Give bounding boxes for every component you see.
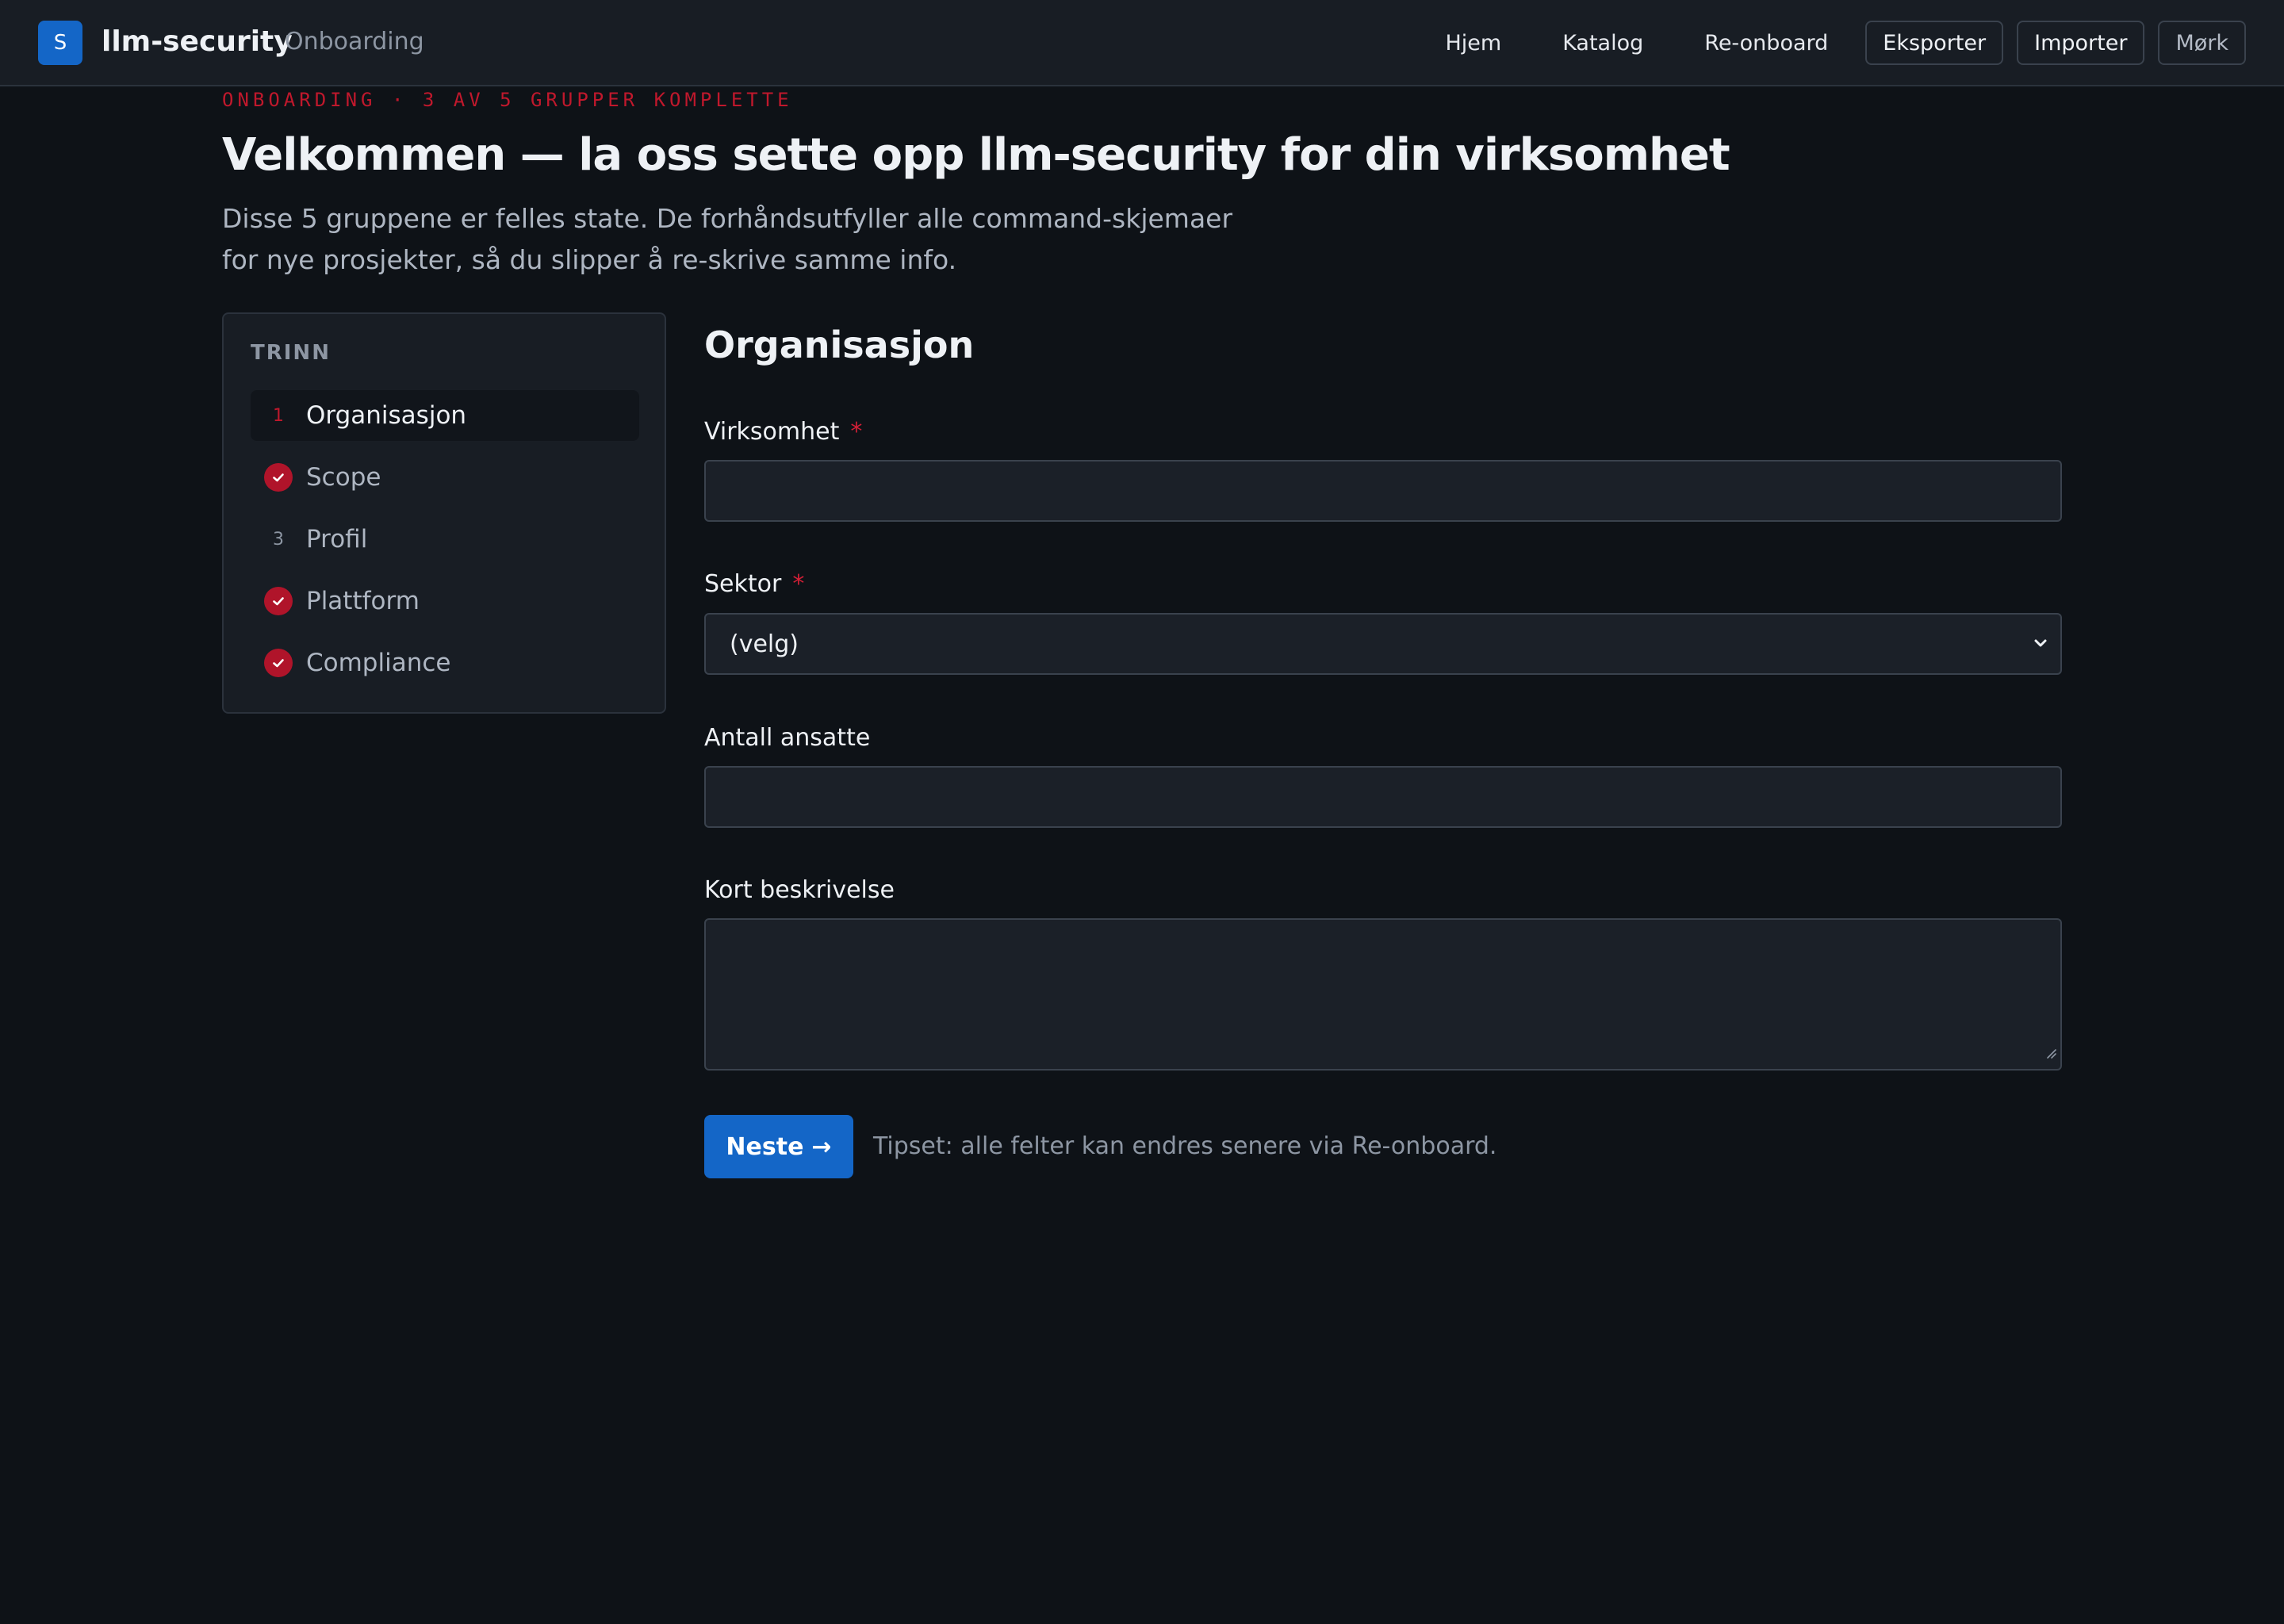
sektor-select[interactable]: (velg) xyxy=(704,613,2062,675)
section-name: Onboarding xyxy=(285,28,424,56)
page-title: Velkommen — la oss sette opp llm-securit… xyxy=(222,129,1730,181)
nav-link-katalog[interactable]: Katalog xyxy=(1539,21,1667,65)
app-name[interactable]: llm-security xyxy=(102,24,293,60)
step-item-compliance[interactable]: Compliance xyxy=(251,638,639,688)
intro-line: Disse 5 gruppene er felles state. De for… xyxy=(222,203,1233,234)
required-marker: * xyxy=(850,418,863,446)
theme-toggle-button[interactable]: Mørk xyxy=(2158,21,2246,65)
nav-link-hjem[interactable]: Hjem xyxy=(1421,21,1525,65)
step-label: Plattform xyxy=(306,587,420,615)
step-label: Compliance xyxy=(306,649,451,677)
step-label: Profil xyxy=(306,525,368,553)
step-item-scope[interactable]: Scope xyxy=(251,452,639,503)
field-label-text: Virksomhet xyxy=(704,418,840,446)
step-number: 3 xyxy=(273,529,284,550)
field-label-text: Kort beskrivelse xyxy=(704,876,895,904)
sektor-label: Sektor * xyxy=(704,569,804,600)
ansatte-input[interactable] xyxy=(704,766,2062,828)
step-label: Scope xyxy=(306,463,381,492)
intro-text: Disse 5 gruppene er felles state. De for… xyxy=(222,198,1253,281)
hint-text: Tipset: alle felter kan endres senere vi… xyxy=(873,1132,1497,1160)
step-item-profil[interactable]: 3 Profil xyxy=(251,514,639,565)
intro-line: for nye prosjekter, så du slipper å re-s… xyxy=(222,244,957,275)
virksomhet-label: Virksomhet * xyxy=(704,416,862,448)
step-item-organisasjon[interactable]: 1 Organisasjon xyxy=(251,390,639,441)
progress-eyebrow: ONBOARDING · 3 AV 5 GRUPPER KOMPLETTE xyxy=(222,89,793,111)
step-marker xyxy=(263,648,293,678)
sektor-select-value: (velg) xyxy=(730,630,799,658)
form-title: Organisasjon xyxy=(704,324,975,366)
arrow-right-icon: → xyxy=(811,1132,832,1161)
required-marker: * xyxy=(792,570,805,598)
check-icon xyxy=(264,463,293,492)
brand-logo-letter: S xyxy=(53,31,67,55)
step-marker xyxy=(263,462,293,492)
import-button[interactable]: Importer xyxy=(2017,21,2145,65)
stepper-heading: TRINN xyxy=(251,341,331,365)
beskrivelse-label: Kort beskrivelse xyxy=(704,875,895,906)
step-sidebar: TRINN 1 Organisasjon Scope 3 Profil Plat… xyxy=(222,312,666,714)
brand-logo[interactable]: S xyxy=(38,21,82,65)
field-label-text: Antall ansatte xyxy=(704,724,871,752)
beskrivelse-textarea[interactable] xyxy=(704,918,2062,1071)
step-label: Organisasjon xyxy=(306,401,467,430)
step-marker xyxy=(263,586,293,616)
top-bar: S llm-security Onboarding Hjem Katalog R… xyxy=(0,0,2284,86)
next-button[interactable]: Neste → xyxy=(704,1115,853,1178)
step-item-plattform[interactable]: Plattform xyxy=(251,576,639,626)
check-icon xyxy=(264,649,293,677)
next-button-label: Neste xyxy=(726,1132,804,1161)
resize-grip-icon[interactable] xyxy=(2044,1038,2057,1066)
export-button[interactable]: Eksporter xyxy=(1865,21,2004,65)
top-nav: Hjem Katalog Re-onboard Eksporter Import… xyxy=(1421,21,2246,65)
ansatte-label: Antall ansatte xyxy=(704,722,870,754)
field-label-text: Sektor xyxy=(704,570,782,598)
virksomhet-input[interactable] xyxy=(704,460,2062,522)
nav-link-re-onboard[interactable]: Re-onboard xyxy=(1680,21,1852,65)
chevron-down-icon xyxy=(2032,630,2049,658)
check-icon xyxy=(264,587,293,615)
step-number: 1 xyxy=(273,405,284,426)
